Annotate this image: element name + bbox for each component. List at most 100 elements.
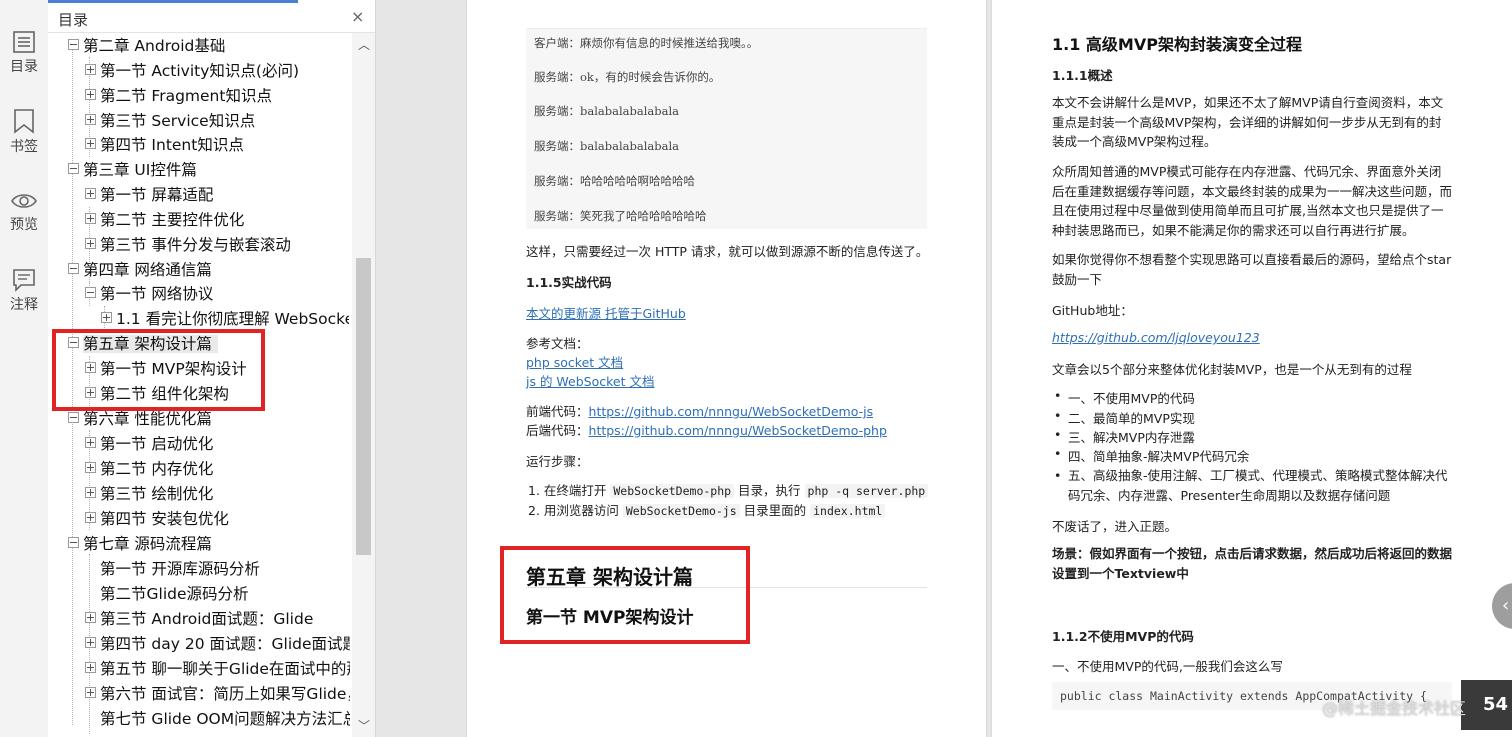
bookmark-icon bbox=[14, 109, 34, 134]
watermark: @稀土掘金技术社区 bbox=[1322, 699, 1467, 718]
rail-outline[interactable]: 目录 bbox=[0, 30, 48, 76]
article-title: 1.1 高级MVP架构封装演变全过程 bbox=[1052, 35, 1302, 54]
code-line: 服务端：balabalabalabala bbox=[534, 104, 680, 118]
frontend-line: 前端代码：https://github.com/nnngu/WebSocketD… bbox=[526, 401, 873, 420]
step-1: 1. 在终端打开 WebSocketDemo-php 目录，执行 php -q … bbox=[528, 480, 929, 499]
code-line: 客户端：麻烦你有信息的时候推送给我噢。。 bbox=[534, 36, 759, 50]
github-label: GitHub地址： bbox=[1052, 303, 1133, 318]
link-github[interactable]: https://github.com/ljqloveyou123 bbox=[1052, 330, 1260, 345]
frontend-label: 前端代码： bbox=[526, 404, 589, 419]
toc-item[interactable]: 第四节 Intent知识点 bbox=[85, 133, 244, 157]
expand-icon[interactable] bbox=[85, 637, 96, 648]
toc-item[interactable]: 第二节 内存优化 bbox=[85, 457, 213, 481]
ref-label: 参考文档： bbox=[526, 336, 589, 351]
expand-icon[interactable] bbox=[85, 64, 96, 75]
expand-icon[interactable] bbox=[85, 238, 96, 249]
expand-icon[interactable] bbox=[101, 312, 112, 323]
scroll-up-icon[interactable]: ︿ bbox=[358, 36, 370, 53]
scroll-thumb[interactable] bbox=[356, 258, 371, 555]
expand-icon[interactable] bbox=[85, 138, 96, 149]
link-frontend-code[interactable]: https://github.com/nnngu/WebSocketDemo-j… bbox=[589, 404, 874, 419]
toc-item[interactable]: 第三节 绘制优化 bbox=[85, 482, 213, 506]
toc-item-chapter-2[interactable]: 第二章 Android基础 bbox=[68, 34, 225, 58]
list-item: 五、高级抽象-使用注解、工厂模式、代理模式、策略模式整体解决代码冗余、内存泄露、… bbox=[1054, 466, 1453, 505]
toc-item[interactable]: 第七节 Glide OOM问题解决方法汇总 bbox=[100, 707, 350, 731]
toc-item[interactable]: 第一节 网络协议 bbox=[85, 282, 213, 306]
expand-icon[interactable] bbox=[85, 487, 96, 498]
scroll-down-icon[interactable]: ﹀ bbox=[358, 717, 370, 734]
paragraph: 不废话了，进入正题。 bbox=[1052, 519, 1178, 534]
steps-label: 运行步骤： bbox=[526, 454, 589, 469]
toc-item-chapter-7[interactable]: 第七章 源码流程篇 bbox=[68, 532, 212, 556]
code-line: 服务端：ok，有的时候会告诉你的。 bbox=[534, 70, 721, 84]
code-line: 服务端：笑死我了哈哈哈哈哈哈哈 bbox=[534, 209, 707, 223]
collapse-icon[interactable] bbox=[68, 537, 79, 548]
rail-annotation[interactable]: 注释 bbox=[0, 268, 48, 314]
collapse-icon[interactable] bbox=[68, 163, 79, 174]
section-heading: 1.1.2不使用MVP的代码 bbox=[1052, 629, 1194, 644]
expand-icon[interactable] bbox=[85, 512, 96, 523]
toc-item[interactable]: 第四节 安装包优化 bbox=[85, 507, 229, 531]
toc-item[interactable]: 第三节 Android面试题：Glide bbox=[85, 607, 313, 631]
side-rail: 目录 书签 预览 注释 bbox=[0, 0, 49, 737]
toc-panel: 目录 × 第二章 Android基础 第一节 Activity知识点(必问) 第… bbox=[48, 0, 376, 737]
collapse-icon[interactable] bbox=[85, 287, 96, 298]
collapse-icon[interactable] bbox=[68, 263, 79, 274]
paragraph: 这样，只需要经过一次 HTTP 请求，就可以做到源源不断的信息传送了。 bbox=[526, 244, 929, 259]
list-item: 一、不使用MVP的代码 bbox=[1054, 388, 1195, 407]
expand-icon[interactable] bbox=[85, 612, 96, 623]
expand-icon[interactable] bbox=[85, 213, 96, 224]
toc-item[interactable]: 第二节Glide源码分析 bbox=[100, 582, 249, 606]
toc-item[interactable]: 1.1 看完让你彻底理解 WebSocket 原理 bbox=[101, 307, 349, 331]
toc-item[interactable]: 第四节 day 20 面试题：Glide面试题 bbox=[85, 632, 350, 656]
rail-bookmark[interactable]: 书签 bbox=[0, 108, 48, 156]
highlight-box bbox=[52, 329, 265, 411]
toc-item[interactable]: 第一节 Activity知识点(必问) bbox=[85, 59, 299, 83]
document-page-1: 客户端：麻烦你有信息的时候推送给我噢。。 服务端：ok，有的时候会告诉你的。 服… bbox=[467, 0, 986, 737]
link-update-source[interactable]: 本文的更新源 托管于GitHub bbox=[526, 303, 686, 322]
expand-icon[interactable] bbox=[85, 188, 96, 199]
rail-label: 注释 bbox=[10, 297, 38, 313]
toc-scrollbar[interactable]: ︿ ﹀ bbox=[352, 33, 375, 737]
paragraph: 本文不会讲解什么是MVP，如果还不太了解MVP请自行查阅资料，本文重点是封装一个… bbox=[1052, 95, 1444, 149]
toc-item-chapter-3[interactable]: 第三章 UI控件篇 bbox=[68, 158, 197, 182]
expand-icon[interactable] bbox=[85, 662, 96, 673]
dialog-code-block: 客户端：麻烦你有信息的时候推送给我噢。。 服务端：ok，有的时候会告诉你的。 服… bbox=[526, 28, 927, 229]
toc-item[interactable]: 第二节 Fragment知识点 bbox=[85, 84, 272, 108]
rail-preview[interactable]: 预览 bbox=[0, 190, 48, 234]
list-item: 四、简单抽象-解决MVP代码冗余 bbox=[1054, 446, 1249, 465]
toc-header: 目录 × bbox=[48, 4, 375, 33]
expand-icon[interactable] bbox=[85, 437, 96, 448]
close-icon[interactable]: × bbox=[351, 7, 364, 26]
scenario: 场景：假如界面有一个按钮，点击后请求数据，然后成功后将返回的数据设置到一个Tex… bbox=[1052, 546, 1453, 581]
expand-icon[interactable] bbox=[85, 89, 96, 100]
rail-label: 预览 bbox=[10, 217, 38, 233]
code-line: 服务端：balabalabalabala bbox=[534, 139, 680, 153]
step-2: 2. 用浏览器访问 WebSocketDemo-js 目录里面的 index.h… bbox=[528, 500, 886, 519]
list-item: 二、最简单的MVP实现 bbox=[1054, 408, 1195, 427]
link-js-websocket[interactable]: js 的 WebSocket 文档 bbox=[526, 371, 655, 390]
toc-item[interactable]: 第一节 屏幕适配 bbox=[85, 183, 213, 207]
toc-item[interactable]: 第一节 开源库源码分析 bbox=[100, 557, 260, 581]
code-line: 服务端：哈哈哈哈哈啊哈哈哈哈 bbox=[534, 174, 695, 188]
collapse-icon[interactable] bbox=[68, 412, 79, 423]
toc-item[interactable]: 第三节 事件分发与嵌套滚动 bbox=[85, 233, 291, 257]
collapse-icon[interactable] bbox=[68, 39, 79, 50]
comment-icon bbox=[13, 269, 35, 292]
expand-icon[interactable] bbox=[85, 462, 96, 473]
expand-icon[interactable] bbox=[85, 687, 96, 698]
backend-label: 后端代码： bbox=[526, 423, 589, 438]
rail-label: 书签 bbox=[10, 139, 38, 155]
link-backend-code[interactable]: https://github.com/nnngu/WebSocketDemo-p… bbox=[589, 423, 887, 438]
section-heading: 1.1.1概述 bbox=[1052, 68, 1113, 83]
link-php-socket[interactable]: php socket 文档 bbox=[526, 352, 623, 371]
toc-item[interactable]: 第三节 Service知识点 bbox=[85, 109, 255, 133]
toc-item[interactable]: 第二节 主要控件优化 bbox=[85, 208, 244, 232]
eye-icon bbox=[11, 194, 37, 208]
expand-icon[interactable] bbox=[85, 114, 96, 125]
toc-item[interactable]: 第一节 启动优化 bbox=[85, 432, 213, 456]
document-page-2: 1.1 高级MVP架构封装演变全过程 1.1.1概述 本文不会讲解什么是MVP，… bbox=[992, 0, 1512, 737]
toc-item-chapter-4[interactable]: 第四章 网络通信篇 bbox=[68, 258, 212, 282]
toc-item[interactable]: 第六节 面试官：简历上如果写Glide，请注意以下几点… bbox=[85, 682, 350, 706]
toc-item[interactable]: 第五节 聊一聊关于Glide在面试中的那些事 bbox=[85, 657, 350, 681]
